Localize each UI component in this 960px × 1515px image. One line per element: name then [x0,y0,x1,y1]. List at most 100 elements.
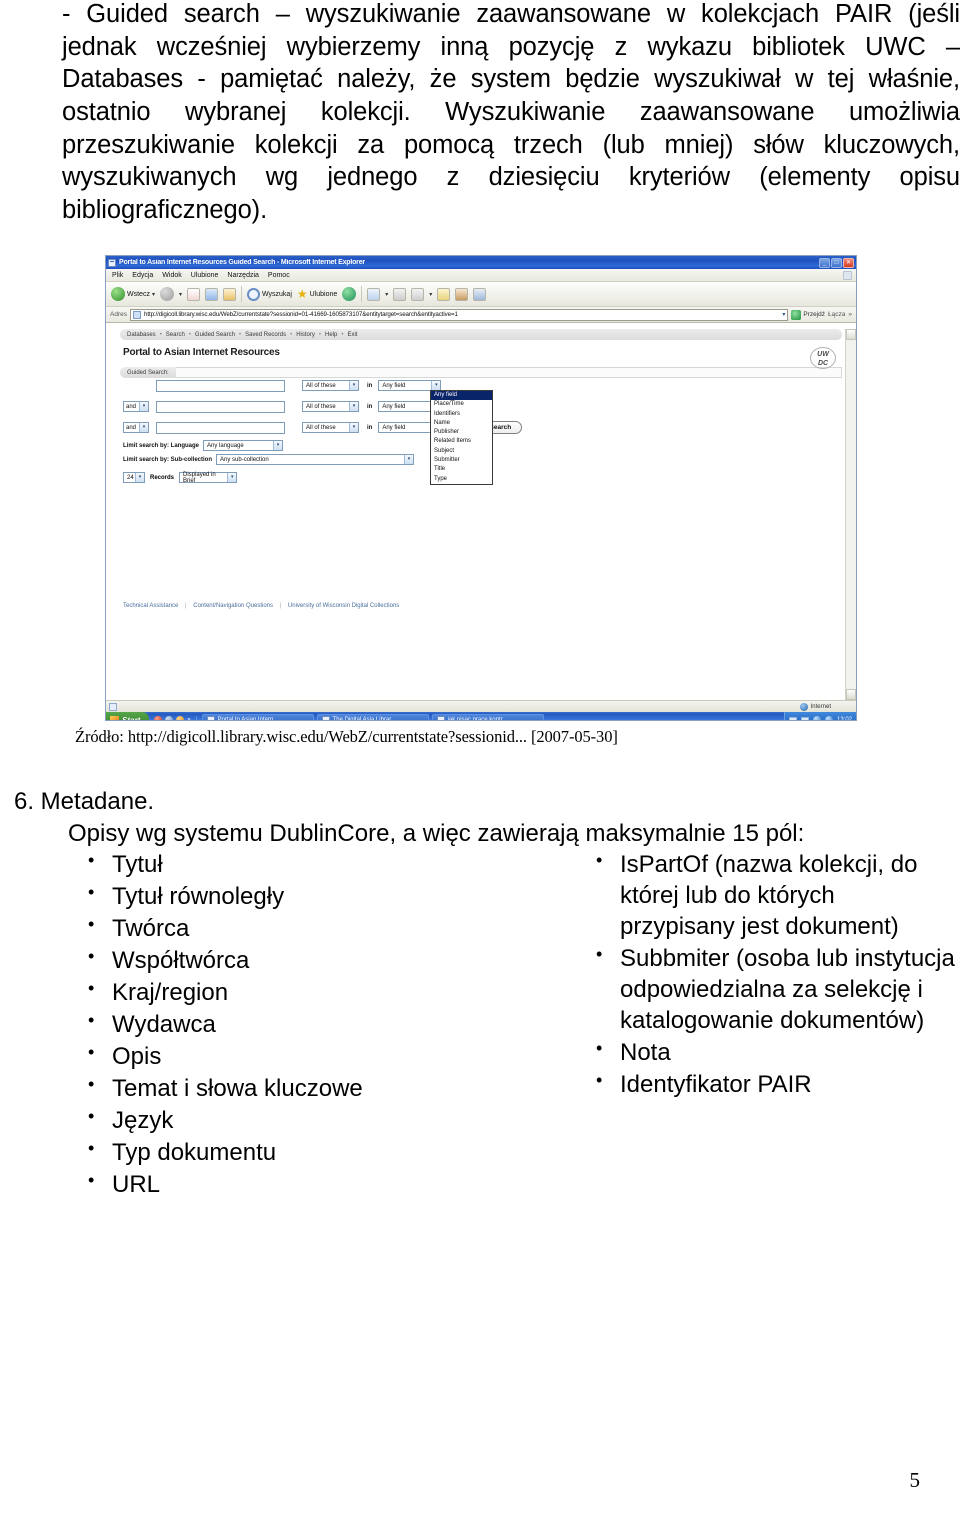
tray-icon-2[interactable] [800,717,809,720]
address-url-text: http://digicoll.library.wisc.edu/WebZ/cu… [143,311,458,318]
home-button[interactable] [222,287,236,301]
quicklaunch-icon-2[interactable] [165,716,174,720]
security-zone[interactable]: Internet [799,702,853,711]
scroll-up-button[interactable] [846,329,856,340]
boolean-select-3[interactable]: and ▾ [123,422,149,433]
footer-link-content-navigation[interactable]: Content/Navigation Questions [193,603,273,609]
menu-item-ulubione[interactable]: Ulubione [191,272,219,279]
taskbar-item-digital-asia[interactable]: The Digital Asia Librar... [316,713,429,720]
taskbar-item-portal[interactable]: Portal to Asian Intern... [201,713,314,720]
taskbar-clock[interactable]: 13:02 [837,717,852,720]
list-item: Język [68,1105,538,1137]
quick-launch-bar[interactable]: » [149,716,197,720]
forward-button[interactable] [159,287,174,301]
system-tray[interactable]: 13:02 [783,712,856,720]
windows-taskbar[interactable]: Start » Portal to Asian Intern... The Di… [106,712,856,720]
menu-item-plik[interactable]: Plik [112,272,123,279]
quicklaunch-icon-3[interactable] [176,716,185,720]
search-button[interactable]: Wyszukaj [246,287,292,301]
footer-link-technical-assistance[interactable]: Technical Assistance [123,603,178,609]
nav-sep-5: • [318,331,321,338]
limit-language-select[interactable]: Any language ▾ [203,440,284,451]
list-item: URL [68,1169,538,1201]
site-nav-bar[interactable]: Databases • Search • Guided Search • Saved … [120,329,842,340]
links-overflow-icon[interactable]: » [848,311,852,318]
match-select-2[interactable]: All of these ▾ [302,401,359,412]
media-button[interactable] [342,287,357,301]
window-controls[interactable]: _ □ ✕ [819,257,854,268]
option-place-time[interactable]: Place/Time [431,400,492,409]
chevron-down-icon[interactable]: ▾ [152,291,155,298]
taskbar-item-jak-pisac[interactable]: jak pisac prace kontr... [431,713,544,720]
nav-search[interactable]: Search [166,332,185,338]
address-input[interactable]: http://digicoll.library.wisc.edu/WebZ/cu… [129,308,789,321]
menu-item-widok[interactable]: Widok [162,272,181,279]
guided-search-form: All of these ▾ in Any field ▾ and ▾ All … [123,377,836,485]
nav-databases[interactable]: Databases [127,332,156,338]
nav-saved-records[interactable]: Saved Records [245,332,286,338]
option-publisher[interactable]: Publisher [431,428,492,437]
close-button[interactable]: ✕ [843,257,854,268]
limit-subcollection-select[interactable]: Any sub-collection ▾ [216,454,415,465]
nav-guided-search[interactable]: Guided Search [195,332,235,338]
go-button[interactable]: Przejdź [791,309,825,320]
links-label[interactable]: Łącza [828,311,845,318]
edit-chevron-icon[interactable]: ▾ [429,291,432,298]
edit-button[interactable] [411,287,425,301]
menu-item-pomoc[interactable]: Pomoc [268,272,290,279]
address-bar[interactable]: Adres http://digicoll.library.wisc.edu/W… [106,307,856,323]
search-term-input-2[interactable] [156,400,285,413]
favorites-button[interactable]: ★ Ulubione [297,288,337,300]
browser-toolbar[interactable]: Wstecz ▾ ▾ Wyszukaj ★ Ulubione ▾ ▾ [106,282,856,307]
option-name[interactable]: Name [431,419,492,428]
messenger-button[interactable] [473,287,487,301]
option-subject[interactable]: Subject [431,447,492,456]
tray-icon-1[interactable] [788,717,797,720]
option-any-field[interactable]: Any field [431,391,492,401]
print-button[interactable] [393,287,407,301]
records-count-select[interactable]: 24 ▾ [123,472,145,483]
nav-history[interactable]: History [296,332,315,338]
research-button[interactable] [455,287,469,301]
option-related-items[interactable]: Related Items [431,437,492,446]
nav-exit[interactable]: Exit [347,332,357,338]
menu-bar[interactable]: Plik Edycja Widok Ulubione Narzędzia Pom… [106,269,856,282]
scroll-down-button[interactable] [846,689,856,700]
footer-link-uw-digital-collections[interactable]: University of Wisconsin Digital Collecti… [288,603,399,609]
chevron-down-icon: ▾ [349,423,358,432]
nav-help[interactable]: Help [325,332,337,338]
option-submitter[interactable]: Submitter [431,456,492,465]
option-title[interactable]: Title [431,465,492,474]
site-footer-links[interactable]: Technical Assistance | Content/Navigatio… [123,603,399,609]
records-display-select[interactable]: Displayed in Brief ▾ [179,472,238,484]
taskbar-task-list: Portal to Asian Intern... The Digital As… [197,713,784,720]
match-select-1[interactable]: All of these ▾ [302,380,359,391]
menu-item-narzedzia[interactable]: Narzędzia [227,272,259,279]
maximize-button[interactable]: □ [831,257,842,268]
mail-button[interactable] [367,287,381,301]
menu-item-edycja[interactable]: Edycja [132,272,153,279]
stop-button[interactable] [186,287,200,301]
minimize-button[interactable]: _ [819,257,830,268]
option-identifiers[interactable]: Identifiers [431,410,492,419]
field-select-dropdown-options[interactable]: Any field Place/Time Identifiers Name Pu… [430,390,493,485]
quicklaunch-icon-1[interactable] [154,716,163,720]
quicklaunch-overflow-icon[interactable]: » [187,717,190,720]
discuss-button[interactable] [437,287,451,301]
start-button[interactable]: Start [106,712,150,720]
back-button[interactable]: Wstecz ▾ [111,287,155,301]
tray-icon-4[interactable] [824,716,833,720]
search-term-input-3[interactable] [156,421,285,434]
match-select-3[interactable]: All of these ▾ [302,422,359,433]
security-zone-label: Internet [810,703,831,710]
boolean-select-2-value: and [126,403,137,410]
mail-chevron-icon[interactable]: ▾ [385,291,388,298]
refresh-button[interactable] [204,287,218,301]
option-type[interactable]: Type [431,475,492,484]
tray-icon-3[interactable] [812,716,821,720]
address-chevron-down-icon[interactable]: ▾ [782,311,785,318]
search-term-input-1[interactable] [156,379,285,392]
in-label-3: in [367,424,373,431]
page-scrollbar[interactable] [845,329,856,700]
boolean-select-2[interactable]: and ▾ [123,401,149,412]
